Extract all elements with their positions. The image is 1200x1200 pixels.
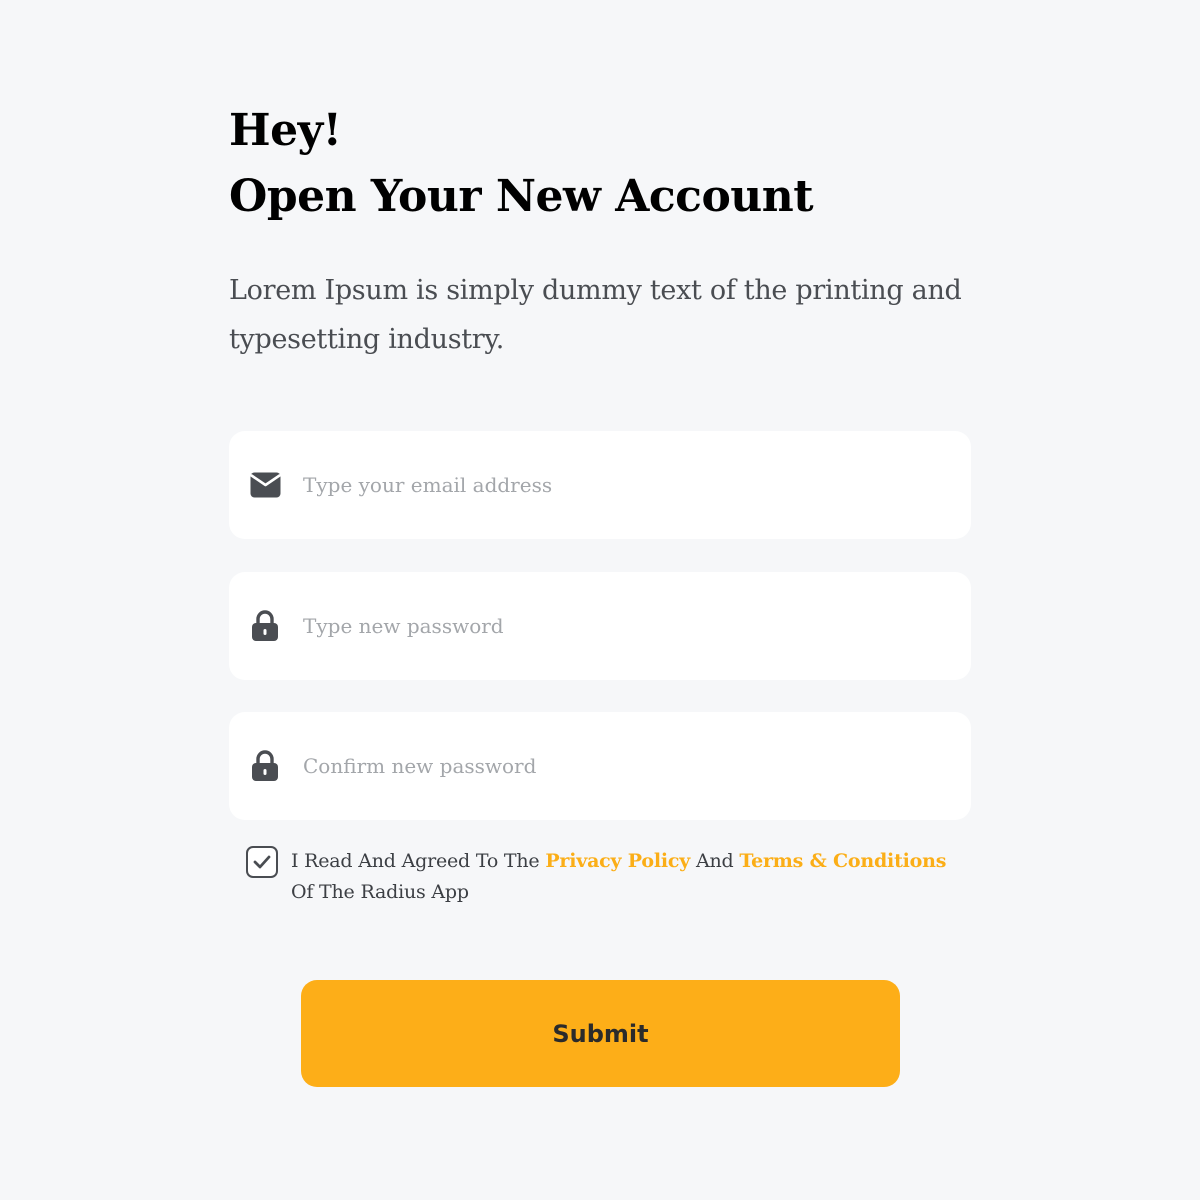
email-field-container bbox=[229, 431, 971, 539]
agreement-text-before: I Read And Agreed To The bbox=[291, 850, 546, 872]
agreement-text: I Read And Agreed To The Privacy Policy … bbox=[291, 846, 971, 908]
confirm-password-field-container bbox=[229, 712, 971, 820]
submit-button[interactable]: Submit bbox=[301, 980, 900, 1087]
agreement-checkbox[interactable] bbox=[246, 846, 278, 878]
email-input[interactable] bbox=[303, 431, 943, 539]
privacy-policy-link[interactable]: Privacy Policy bbox=[545, 850, 690, 872]
lock-icon bbox=[249, 610, 281, 642]
page-title: Open Your New Account bbox=[229, 171, 814, 222]
greeting-heading: Hey! bbox=[229, 105, 342, 156]
agreement-text-middle: And bbox=[690, 850, 740, 872]
agreement-text-after: Of The Radius App bbox=[291, 881, 469, 903]
checkmark-icon bbox=[253, 855, 271, 869]
page-subtitle: Lorem Ipsum is simply dummy text of the … bbox=[229, 275, 962, 355]
new-password-input[interactable] bbox=[303, 572, 943, 680]
terms-conditions-link[interactable]: Terms & Conditions bbox=[739, 850, 946, 872]
envelope-icon bbox=[249, 469, 281, 501]
lock-icon bbox=[249, 750, 281, 782]
password-field-container bbox=[229, 572, 971, 680]
confirm-password-input[interactable] bbox=[303, 712, 943, 820]
